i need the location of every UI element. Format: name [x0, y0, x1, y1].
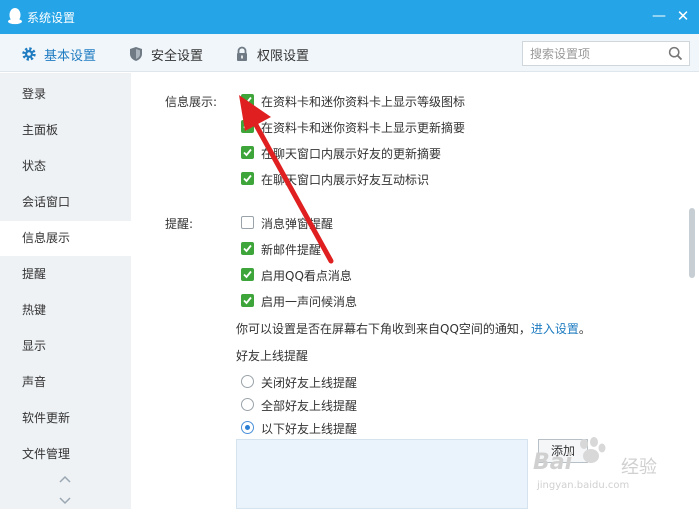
friend-online-title: 好友上线提醒 [236, 349, 309, 363]
settings-toolbar: 基本设置 安全设置 权限设置 [0, 34, 699, 72]
watermark-url: jingyan.baidu.com [537, 480, 630, 491]
sidebar: 登录 主面板 状态 会话窗口 信息展示 提醒 热键 显示 声音 软件更新 文件管… [0, 73, 131, 509]
qq-penguin-icon [8, 8, 22, 25]
checkbox[interactable] [241, 94, 254, 107]
sidebar-item-main-panel[interactable]: 主面板 [0, 113, 131, 148]
tab-label: 安全设置 [151, 48, 204, 64]
watermark-bai: Bai [533, 450, 573, 475]
option-following-friend-online[interactable]: 以下好友上线提醒 [261, 420, 357, 437]
tab-label: 基本设置 [44, 48, 97, 64]
qzone-notice-main: 你可以设置是否在屏幕右下角收到来自QQ空间的通知， [236, 322, 531, 336]
sidebar-item-display[interactable]: 显示 [0, 329, 131, 364]
sidebar-item-software-update[interactable]: 软件更新 [0, 401, 131, 436]
close-icon[interactable]: ✕ [673, 6, 693, 26]
sidebar-item-sound[interactable]: 声音 [0, 365, 131, 400]
option-qq-kandian[interactable]: 启用QQ看点消息 [261, 267, 352, 284]
lock-icon [237, 46, 247, 61]
qzone-notice-text: 你可以设置是否在屏幕右下角收到来自QQ空间的通知，进入设置。 [236, 320, 591, 337]
radio[interactable] [241, 375, 254, 388]
tab-permission-settings[interactable]: 权限设置 [234, 44, 309, 64]
search-icon[interactable] [668, 46, 683, 61]
info-display-label: 信息展示: [165, 95, 218, 109]
checkbox[interactable] [241, 146, 254, 159]
scrollbar[interactable] [689, 208, 695, 278]
option-update-summary[interactable]: 在资料卡和迷你资料卡上显示更新摘要 [261, 119, 465, 136]
tab-label: 权限设置 [257, 48, 310, 64]
shield-icon [130, 47, 142, 61]
checkbox[interactable] [241, 294, 254, 307]
checkbox[interactable] [241, 268, 254, 281]
enter-settings-link[interactable]: 进入设置 [531, 322, 579, 336]
sidebar-item-info-display[interactable]: 信息展示 [0, 221, 131, 256]
qzone-notice-end: 。 [578, 322, 591, 336]
search-box [522, 41, 690, 66]
option-greeting[interactable]: 启用一声问候消息 [261, 293, 357, 310]
sidebar-item-reminder[interactable]: 提醒 [0, 257, 131, 292]
gear-icon [22, 47, 36, 61]
option-chat-update-summary[interactable]: 在聊天窗口内展示好友的更新摘要 [261, 145, 441, 162]
checkbox[interactable] [241, 242, 254, 255]
sidebar-item-status[interactable]: 状态 [0, 149, 131, 184]
option-new-mail[interactable]: 新邮件提醒 [261, 241, 321, 258]
checkbox[interactable] [241, 216, 254, 229]
radio[interactable] [241, 398, 254, 411]
option-close-friend-online[interactable]: 关闭好友上线提醒 [261, 374, 357, 391]
title-bar: 系统设置 — ✕ [0, 0, 699, 34]
search-input[interactable] [523, 42, 661, 65]
watermark-jingyan: 经验 [621, 457, 657, 478]
sidebar-scroll-arrows-icon[interactable] [58, 474, 72, 506]
sidebar-item-hotkey[interactable]: 热键 [0, 293, 131, 328]
window-title: 系统设置 [27, 11, 76, 25]
option-all-friend-online[interactable]: 全部好友上线提醒 [261, 397, 357, 414]
tab-basic-settings[interactable]: 基本设置 [21, 44, 96, 64]
sidebar-item-file-management[interactable]: 文件管理 [0, 437, 131, 472]
option-interaction-mark[interactable]: 在聊天窗口内展示好友互动标识 [261, 171, 429, 188]
radio[interactable] [241, 421, 254, 434]
option-level-icon[interactable]: 在资料卡和迷你资料卡上显示等级图标 [261, 93, 465, 110]
option-message-popup[interactable]: 消息弹窗提醒 [261, 215, 333, 232]
friend-list-box[interactable] [236, 439, 528, 509]
checkbox[interactable] [241, 172, 254, 185]
baidu-watermark: Bai 经验 jingyan.baidu.com [533, 436, 673, 496]
minimize-icon[interactable]: — [649, 6, 669, 26]
tab-security-settings[interactable]: 安全设置 [128, 44, 203, 64]
reminder-label: 提醒: [165, 217, 194, 231]
checkbox[interactable] [241, 120, 254, 133]
sidebar-item-login[interactable]: 登录 [0, 77, 131, 112]
sidebar-item-chat-window[interactable]: 会话窗口 [0, 185, 131, 220]
